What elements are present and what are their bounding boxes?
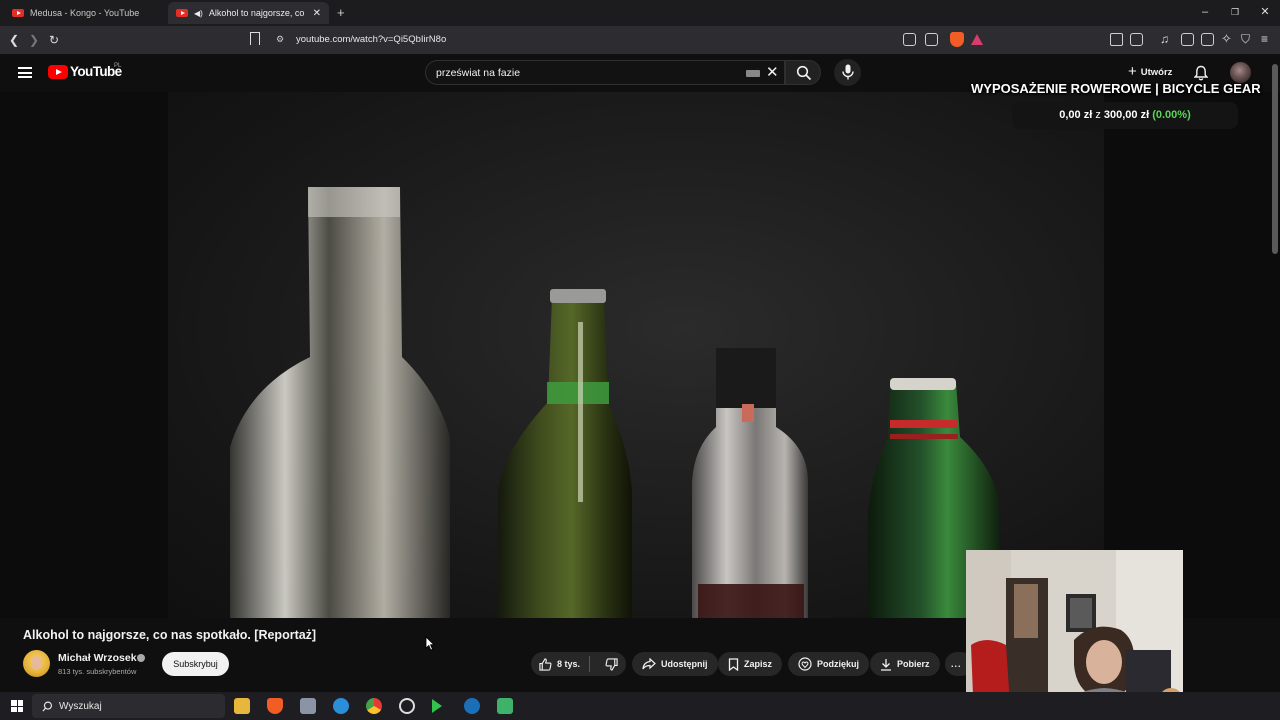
- tab-label: Alkohol to najgorsze, co nas s: [208, 8, 307, 18]
- wallet-icon[interactable]: [1201, 33, 1214, 46]
- reading-icon[interactable]: [1130, 33, 1143, 46]
- like-icon: [539, 657, 552, 671]
- site-info-icon[interactable]: ⚙: [276, 34, 284, 45]
- reload-icon[interactable]: ↻: [46, 32, 62, 48]
- save-button[interactable]: Zapisz: [718, 652, 783, 676]
- menu-icon[interactable]: ≡: [1261, 32, 1268, 46]
- search-icon: [42, 701, 53, 712]
- url-field[interactable]: youtube.com/watch?v=Qi5QbIirN8o: [296, 34, 446, 45]
- download-button[interactable]: Pobierz: [870, 652, 940, 676]
- vpn-icon[interactable]: ⛉: [1241, 32, 1250, 47]
- brave-browser-icon[interactable]: [267, 698, 283, 714]
- maximize-icon[interactable]: ❐: [1228, 5, 1242, 19]
- bell-icon[interactable]: [1194, 65, 1208, 81]
- back-icon[interactable]: ❮: [6, 32, 22, 48]
- save-icon: [728, 657, 739, 671]
- brave-rewards-icon[interactable]: [971, 34, 983, 45]
- leo-icon[interactable]: ✧: [1221, 31, 1232, 47]
- cast-icon[interactable]: [903, 33, 916, 46]
- goal-current: 0,00 zł: [1059, 109, 1093, 121]
- thanks-label: Podziękuj: [817, 659, 860, 669]
- stream-goal-title: WYPOSAŻENIE ROWEROWE | BICYCLE GEAR: [971, 81, 1261, 96]
- obs-icon[interactable]: [399, 698, 415, 714]
- close-window-icon[interactable]: ✕: [1258, 5, 1272, 19]
- play-app-icon[interactable]: [432, 699, 442, 713]
- new-tab-button[interactable]: +: [337, 5, 345, 20]
- tab-label: Medusa - Kongo - YouTube: [30, 8, 140, 18]
- youtube-icon: [176, 9, 188, 17]
- search-input[interactable]: przeświat na fazie ✕: [425, 60, 785, 85]
- stream-goal-bar: 0,00 zł z 300,00 zł (0.00%): [1012, 102, 1238, 129]
- search-query: przeświat na fazie: [436, 67, 521, 79]
- avatar[interactable]: [1230, 62, 1251, 83]
- subscribe-button[interactable]: Subskrybuj: [162, 652, 229, 676]
- file-explorer-icon[interactable]: [234, 698, 250, 714]
- brave-shield-icon[interactable]: [950, 32, 964, 47]
- download-label: Pobierz: [897, 659, 930, 669]
- app-icon[interactable]: [300, 698, 316, 714]
- sidebar-icon[interactable]: [1181, 33, 1194, 46]
- hamburger-menu-icon[interactable]: [18, 67, 32, 78]
- close-tab-icon[interactable]: ✕: [313, 8, 321, 19]
- channel-name[interactable]: Michał Wrzosek: [58, 652, 137, 664]
- goal-target: 300,00 zł: [1103, 109, 1150, 121]
- verified-icon: [137, 654, 145, 662]
- goal-percent: (0.00%): [1152, 109, 1191, 121]
- app-icon[interactable]: [497, 698, 513, 714]
- video-frame: [168, 92, 1104, 618]
- share-label: Udostępnij: [661, 659, 708, 669]
- speaker-icon: ◀): [194, 8, 203, 18]
- steam-icon[interactable]: [464, 698, 480, 714]
- thanks-button[interactable]: Podziękuj: [788, 652, 870, 676]
- browser-address-bar: ❮ ❯ ↻ ⚙ youtube.com/watch?v=Qi5QbIirN8o …: [0, 26, 1280, 54]
- channel-avatar[interactable]: [23, 650, 50, 677]
- download-icon: [881, 658, 891, 671]
- share-icon: [642, 658, 656, 670]
- dislike-button[interactable]: [595, 652, 618, 676]
- dislike-icon: [605, 657, 618, 671]
- extensions-icon[interactable]: [1110, 33, 1123, 46]
- search-icon: [796, 65, 812, 81]
- chrome-icon[interactable]: [366, 698, 382, 714]
- bookmark-icon[interactable]: [250, 32, 260, 45]
- video-still-bottles: [230, 187, 1000, 618]
- forward-icon[interactable]: ❯: [26, 32, 42, 48]
- taskbar-search-input[interactable]: Wyszukaj: [32, 694, 225, 718]
- region-label: PL: [114, 63, 122, 69]
- page-scrollbar[interactable]: [1272, 64, 1278, 254]
- youtube-logo-icon[interactable]: [48, 65, 68, 79]
- minimize-icon[interactable]: –: [1198, 5, 1212, 19]
- clear-search-icon[interactable]: ✕: [766, 64, 779, 81]
- search-button[interactable]: [785, 60, 821, 85]
- voice-search-button[interactable]: [834, 59, 861, 86]
- tab-alkohol[interactable]: ◀) Alkohol to najgorsze, co nas s ✕: [168, 2, 329, 24]
- like-dislike-group: 8 tys.: [531, 652, 626, 676]
- plus-icon: +: [1128, 63, 1137, 80]
- video-title: Alkohol to najgorsze, co nas spotkało. […: [23, 628, 317, 642]
- music-icon[interactable]: ♫: [1160, 32, 1169, 46]
- browser-tab-bar: Medusa - Kongo - YouTube ◀) Alkohol to n…: [0, 0, 1280, 26]
- mic-icon: [841, 64, 854, 80]
- create-button[interactable]: + Utwórz: [1118, 61, 1183, 83]
- windows-taskbar: Wyszukaj: [0, 692, 1280, 720]
- windows-icon[interactable]: [11, 700, 23, 712]
- mouse-cursor-icon: [425, 636, 435, 651]
- like-count: 8 tys.: [557, 659, 581, 669]
- keyboard-icon[interactable]: [746, 70, 760, 77]
- youtube-icon: [12, 9, 24, 17]
- save-label: Zapisz: [744, 659, 773, 669]
- taskbar-search-placeholder: Wyszukaj: [59, 701, 102, 712]
- like-button[interactable]: 8 tys.: [531, 652, 580, 676]
- thanks-icon: [798, 657, 812, 671]
- divider: [589, 656, 591, 672]
- edge-icon[interactable]: [333, 698, 349, 714]
- subscriber-count: 813 tys. subskrybentów: [58, 667, 137, 676]
- create-label: Utwórz: [1140, 66, 1173, 78]
- goal-between: z: [1095, 109, 1101, 121]
- tab-medusa[interactable]: Medusa - Kongo - YouTube: [4, 2, 164, 24]
- video-player[interactable]: [0, 92, 1280, 618]
- share-button[interactable]: Udostępnij: [632, 652, 718, 676]
- share-page-icon[interactable]: [925, 33, 938, 46]
